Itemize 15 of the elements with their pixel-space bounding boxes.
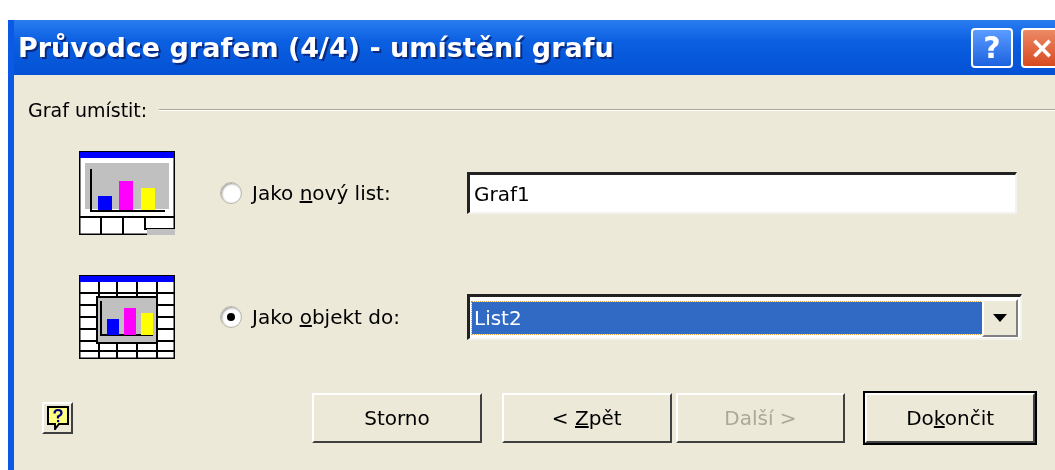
- sheet-name-field[interactable]: Graf1: [467, 172, 1017, 214]
- embedded-chart-icon: [79, 275, 175, 359]
- sheet-dropdown[interactable]: List2: [467, 294, 1022, 340]
- group-label: Graf umístit:: [28, 99, 148, 121]
- chart-sheet-icon: [79, 151, 175, 235]
- dialog-button[interactable]: < Zpět: [501, 393, 672, 443]
- dialog-button[interactable]: Dokončit: [865, 393, 1035, 443]
- option-label[interactable]: Jako objekt do:: [252, 305, 467, 329]
- option-label[interactable]: Jako nový list:: [252, 181, 467, 205]
- radio-button[interactable]: [220, 306, 242, 328]
- radio-button[interactable]: [220, 182, 242, 204]
- help-icon[interactable]: [42, 402, 74, 434]
- dialog-button[interactable]: Storno: [312, 393, 482, 443]
- window-title: Průvodce grafem (4/4) - umístění grafu: [18, 32, 615, 63]
- help-button[interactable]: ?: [971, 27, 1013, 68]
